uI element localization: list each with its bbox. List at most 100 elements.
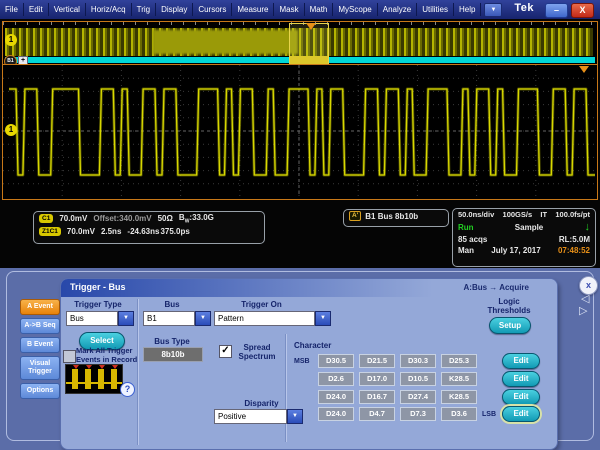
spread-spectrum-checkbox[interactable]: ✓ <box>219 345 232 358</box>
character-row: D2.6 D17.0 D10.5 K28.5 Edit <box>294 371 540 387</box>
edit-button[interactable]: Edit <box>502 371 540 387</box>
trigger-on-label: Trigger On <box>241 300 282 309</box>
tab-visual-trigger[interactable]: Visual Trigger <box>20 356 60 380</box>
character-value[interactable]: D4.7 <box>359 407 395 421</box>
trigger-arrow-icon: ↓ <box>584 221 591 233</box>
dialog-title: Trigger - Bus <box>70 282 126 292</box>
tab-a-event[interactable]: A Event <box>20 299 60 315</box>
trig-mode: Man <box>458 246 474 255</box>
zoom-window[interactable]: 1 B1 + 31.5D30.3-D25.3+D2.6+D17.0-D10.5K… <box>2 64 598 200</box>
channel1-waveform <box>9 87 595 177</box>
edit-button[interactable]: Edit <box>502 389 540 405</box>
tab-a--b-seq[interactable]: A->B Seq <box>20 318 60 334</box>
channel1-marker[interactable]: 1 <box>5 34 17 46</box>
character-value[interactable]: D3.6 <box>441 407 477 421</box>
character-value[interactable]: K28.5 <box>441 390 477 404</box>
zoom-resolution: 375.0ps <box>160 226 190 236</box>
trigger-type-label: Trigger Type <box>74 300 122 309</box>
dialog-titlebar[interactable]: Trigger - Bus A:Bus → Acquire <box>61 279 557 297</box>
character-value[interactable]: D16.7 <box>359 390 395 404</box>
help-icon[interactable]: ? <box>120 382 135 397</box>
menu-item-horizacq[interactable]: Horiz/Acq <box>86 3 132 16</box>
clock: 07:48:52 <box>557 246 590 255</box>
bus-select[interactable]: B1 ▼ <box>143 311 211 326</box>
acquisition-readout: 50.0ns/div 100GS/s IT 100.0fs/pt Run Sam… <box>452 208 596 267</box>
menu-item-display[interactable]: Display <box>156 3 194 16</box>
character-value[interactable]: D2.6 <box>318 372 354 386</box>
thumb-trigger-mark-icon <box>73 365 79 369</box>
c1-badge[interactable]: C1 <box>39 214 54 224</box>
setup-button[interactable]: Setup <box>489 317 531 334</box>
character-value[interactable]: K28.5 <box>441 372 477 386</box>
divider-left <box>137 299 139 445</box>
menu-item-file[interactable]: File <box>0 3 24 16</box>
c1-offset: Offset:340.0mV <box>93 214 152 224</box>
thumb-trigger-mark-icon <box>112 365 118 369</box>
channel-readout: C1 70.0mV Offset:340.0mV 50Ω BW:33.0G Z1… <box>33 211 265 244</box>
menu-item-trig[interactable]: Trig <box>132 3 157 16</box>
c1-bandwidth: BW:33.0G <box>178 213 214 225</box>
thumb-pulse <box>111 369 117 389</box>
character-value[interactable]: D24.0 <box>318 390 354 404</box>
menu-item-utilities[interactable]: Utilities <box>417 3 454 16</box>
dialog-tabs: A Event A->B Seq B Event Visual Trigger Opti… <box>20 299 60 402</box>
tab-options[interactable]: Options <box>20 383 60 399</box>
character-value[interactable]: D24.0 <box>318 407 354 421</box>
character-value[interactable]: D21.5 <box>359 354 395 368</box>
menu-item-analyze[interactable]: Analyze <box>378 3 418 16</box>
character-row: MSB D30.5 D21.5 D30.3 D25.3 Edit <box>294 353 540 369</box>
menu-item-measure[interactable]: Measure <box>232 3 275 16</box>
panel-next-icon[interactable]: ▷ <box>579 306 587 317</box>
zoom-position: -24.63ns <box>127 226 160 236</box>
menu-item-edit[interactable]: Edit <box>24 3 49 16</box>
channel1-marker-main[interactable]: 1 <box>5 124 17 136</box>
thumb-pulse <box>85 369 91 389</box>
character-value[interactable]: D7.3 <box>400 407 436 421</box>
c1-termination: 50Ω <box>157 214 173 224</box>
character-label: Character <box>294 341 332 350</box>
bus-value: B1 <box>143 311 195 326</box>
waveform-display: 1 B1 + 1 B1 + 31.5D30.3-D25.3+D2.6+D17.0… <box>0 19 600 268</box>
character-value[interactable]: D30.3 <box>400 354 436 368</box>
edit-button[interactable]: Edit <box>502 353 540 369</box>
disparity-select[interactable]: Positive ▼ <box>214 409 303 424</box>
bus-dropdown-icon[interactable]: ▼ <box>195 311 211 326</box>
menu-item-myscope[interactable]: MyScope <box>333 3 378 16</box>
character-value[interactable]: D17.0 <box>359 372 395 386</box>
menu-item-cursors[interactable]: Cursors <box>193 3 233 16</box>
mark-all-checkbox[interactable] <box>63 350 76 363</box>
minimize-button[interactable]: – <box>545 3 568 18</box>
msb-label: MSB <box>294 357 310 365</box>
character-value[interactable]: D10.5 <box>400 372 436 386</box>
edit-button[interactable]: Edit <box>502 406 540 422</box>
menu-item-mask[interactable]: Mask <box>274 3 305 16</box>
character-value[interactable]: D30.5 <box>318 354 354 368</box>
overview-window[interactable]: 1 B1 + <box>2 21 598 66</box>
close-button[interactable]: X <box>571 3 594 18</box>
menu-item-math[interactable]: Math <box>305 3 334 16</box>
trigger-source-label: B1 Bus 8b10b <box>365 211 419 221</box>
disparity-value: Positive <box>214 409 287 424</box>
trigger-type-select[interactable]: Bus ▼ <box>66 311 134 326</box>
tek-logo: Tek <box>514 2 534 14</box>
tab-b-event[interactable]: B Event <box>20 337 60 353</box>
trigger-position-icon[interactable] <box>306 23 316 30</box>
trigger-type-dropdown-icon[interactable]: ▼ <box>118 311 134 326</box>
control-area: A Event A->B Seq B Event Visual Trigger Opti… <box>0 268 600 450</box>
trigger-on-value: Pattern <box>214 311 315 326</box>
date: July 17, 2017 <box>491 246 541 255</box>
menu-more-button[interactable]: ▼ <box>484 2 503 17</box>
character-value[interactable]: D25.3 <box>441 354 477 368</box>
trigger-marker-icon <box>579 66 589 73</box>
trigger-on-dropdown-icon[interactable]: ▼ <box>315 311 331 326</box>
character-value[interactable]: D27.4 <box>400 390 436 404</box>
thumb-trigger-mark-icon <box>99 365 105 369</box>
menu-item-vertical[interactable]: Vertical <box>49 3 86 16</box>
logic-thresholds-label: Logic Thresholds <box>487 297 531 315</box>
z1c1-badge[interactable]: Z1C1 <box>39 226 61 236</box>
menu-item-help[interactable]: Help <box>454 3 482 16</box>
trigger-on-select[interactable]: Pattern ▼ <box>214 311 331 326</box>
overview-waveform-dense <box>153 30 298 54</box>
panel-prev-icon[interactable]: ◁ <box>581 294 589 305</box>
divider-right <box>285 334 287 442</box>
